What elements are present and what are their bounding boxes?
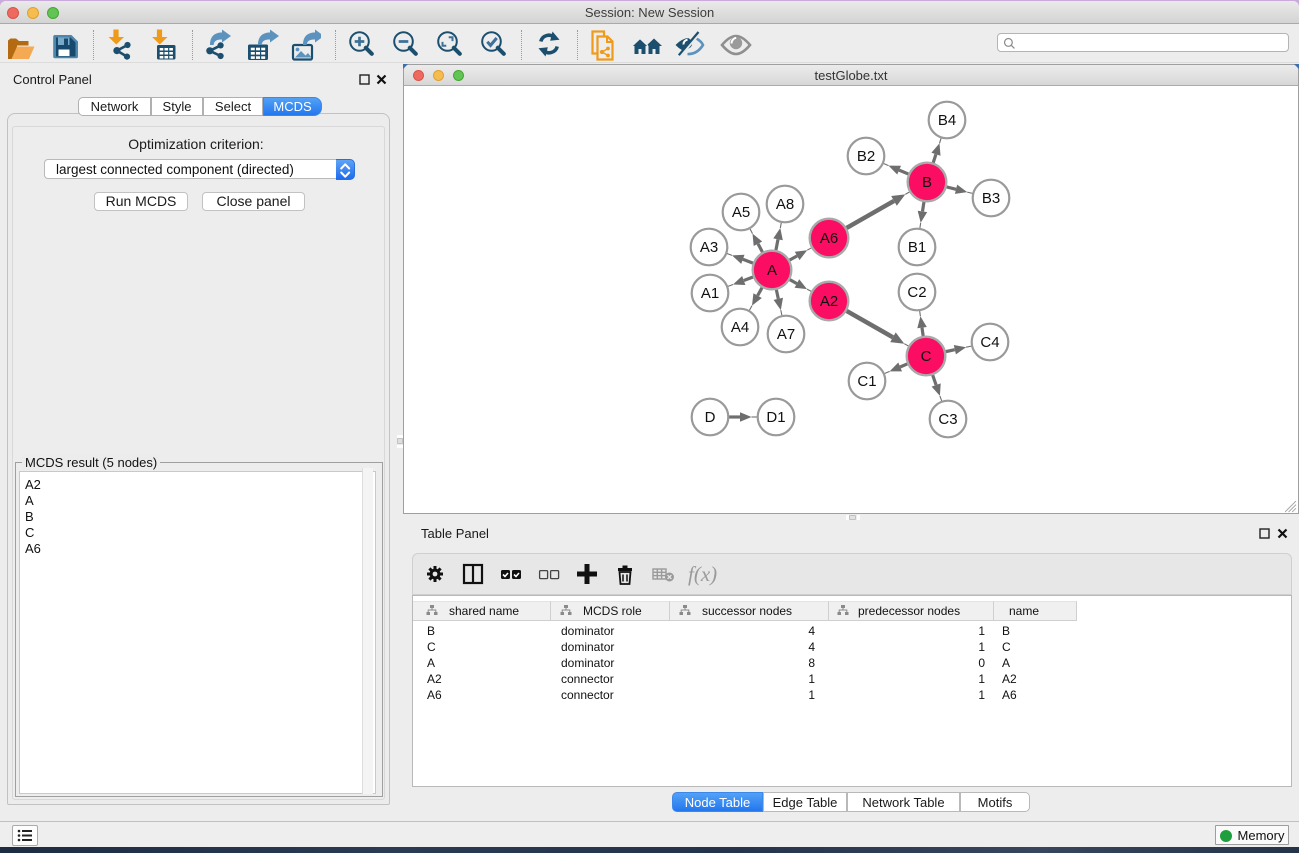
svg-text:A2: A2: [820, 293, 838, 310]
svg-text:C3: C3: [938, 411, 957, 428]
svg-text:C: C: [921, 348, 932, 365]
svg-text:C1: C1: [857, 373, 876, 390]
svg-text:A5: A5: [732, 204, 750, 221]
svg-text:D1: D1: [766, 409, 785, 426]
svg-text:A: A: [767, 262, 777, 279]
svg-text:B2: B2: [857, 148, 875, 165]
svg-text:C4: C4: [980, 334, 999, 351]
svg-text:D: D: [705, 409, 716, 426]
svg-text:A8: A8: [776, 196, 794, 213]
svg-text:B4: B4: [938, 112, 956, 129]
svg-text:A1: A1: [701, 285, 719, 302]
svg-text:A7: A7: [777, 326, 795, 343]
svg-text:A3: A3: [700, 239, 718, 256]
svg-text:B3: B3: [982, 190, 1000, 207]
svg-text:A6: A6: [820, 230, 838, 247]
svg-text:B: B: [922, 174, 932, 191]
svg-text:C2: C2: [907, 284, 926, 301]
svg-text:B1: B1: [908, 239, 926, 256]
svg-text:A4: A4: [731, 319, 749, 336]
